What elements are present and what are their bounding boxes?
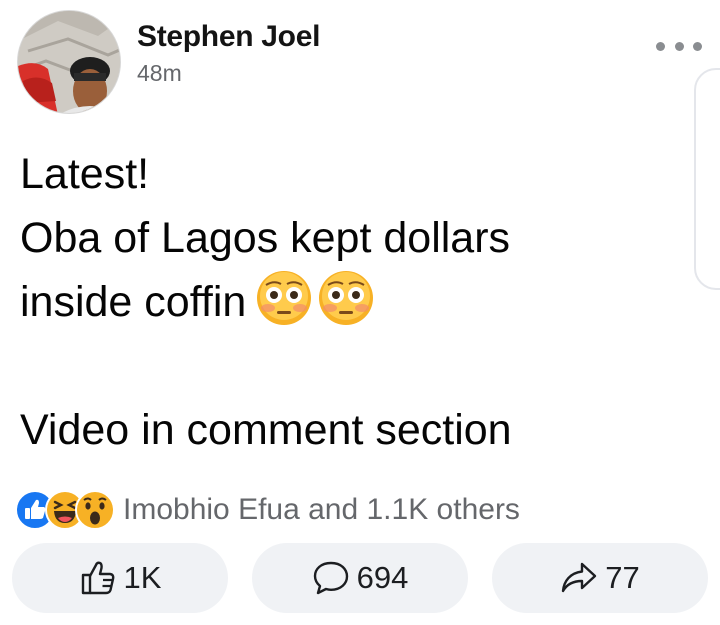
post-line: inside coffin: [20, 270, 690, 334]
comment-bubble-icon: [313, 561, 348, 595]
like-count: 1K: [123, 560, 162, 595]
share-count: 77: [605, 560, 640, 595]
reactions-text[interactable]: Imobhio Efua and 1.1K others: [123, 493, 520, 527]
post-line: Latest!: [20, 150, 150, 198]
author-name[interactable]: Stephen Joel: [137, 20, 320, 54]
post-line: Oba of Lagos kept dollars: [20, 214, 511, 262]
avatar[interactable]: [17, 10, 121, 114]
avatar-photo: [18, 11, 120, 113]
post-text: Latest! Oba of Lagos kept dollars inside…: [20, 142, 690, 462]
comment-count: 694: [356, 560, 409, 595]
adjacent-card-edge: [694, 68, 720, 290]
post-timestamp[interactable]: 48m: [137, 60, 182, 87]
flushed-face-emoji-icon: [319, 271, 374, 325]
dot-icon: [674, 41, 684, 51]
comment-button[interactable]: 694: [252, 543, 468, 613]
post-line: Video in comment section: [20, 406, 512, 454]
flushed-face-emoji-icon: [257, 271, 312, 325]
reactions-summary[interactable]: Imobhio Efua and 1.1K others: [15, 488, 520, 532]
like-button[interactable]: 1K: [12, 543, 228, 613]
thumbs-up-icon: [81, 561, 114, 595]
post-line-blank: [20, 334, 690, 398]
more-options-button[interactable]: [656, 36, 702, 56]
dot-icon: [656, 41, 665, 51]
post-line-text: inside coffin: [20, 278, 247, 326]
wow-icon: [75, 490, 115, 530]
share-arrow-icon: [562, 562, 597, 593]
dot-icon: [693, 41, 702, 51]
reaction-icons: [15, 490, 115, 530]
share-button[interactable]: 77: [492, 543, 708, 613]
